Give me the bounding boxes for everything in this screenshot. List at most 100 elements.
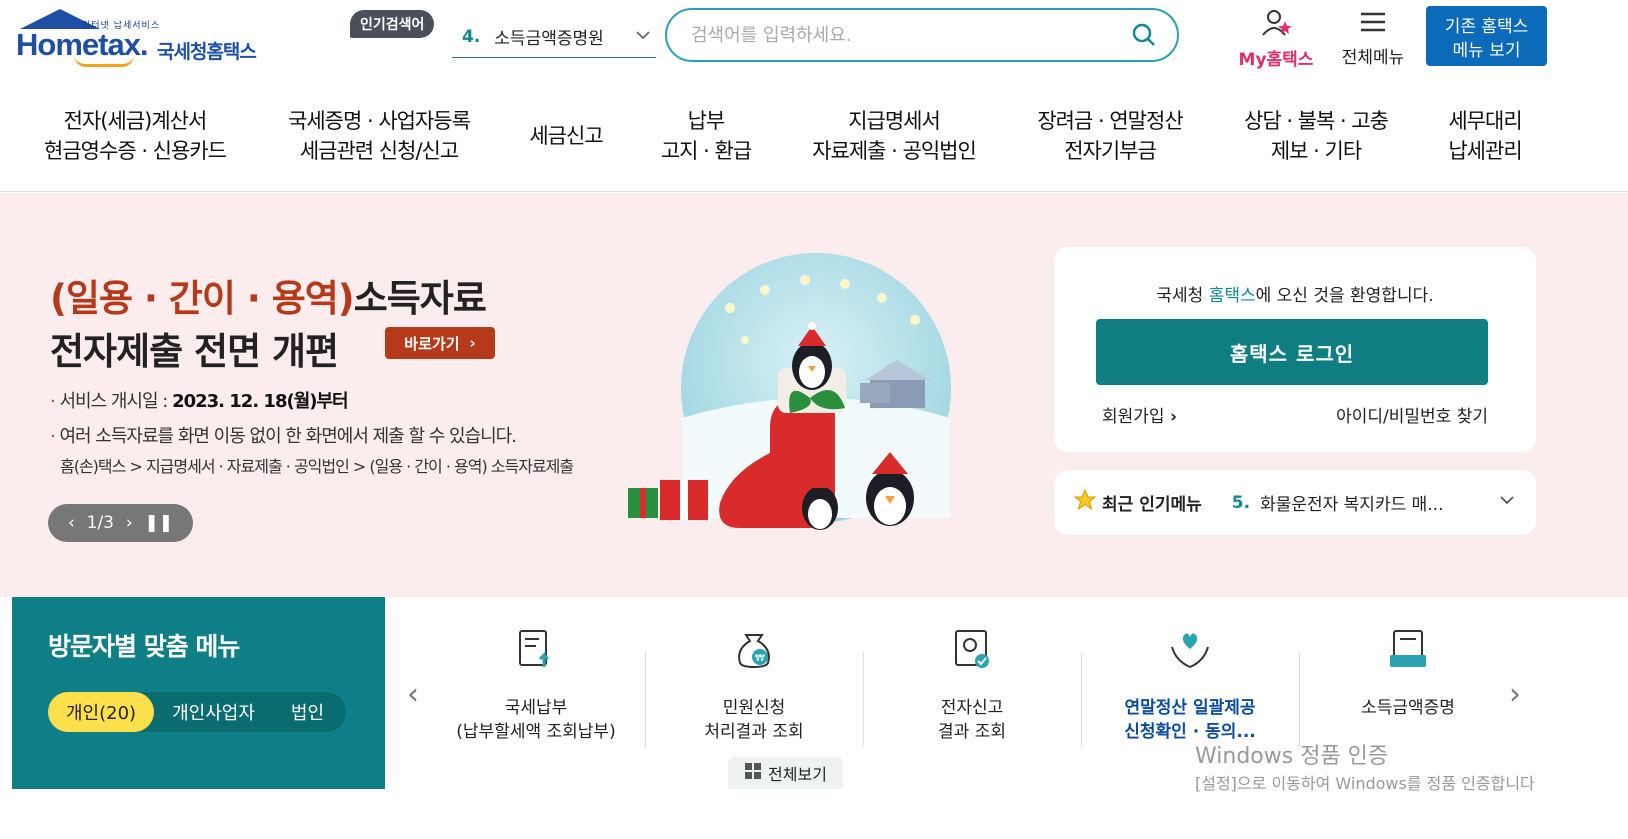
search-input[interactable] bbox=[691, 24, 1111, 46]
nav-item-incentive[interactable]: 장려금 · 연말정산전자기부금 bbox=[1037, 106, 1183, 166]
quick-item-civil-application[interactable]: ₩ 민원신청 처리결과 조회 bbox=[645, 627, 863, 744]
windows-activation-title: Windows 정품 인증 bbox=[1195, 744, 1389, 769]
search-icon[interactable] bbox=[1131, 22, 1157, 48]
quick-item-label-line1: 연말정산 일괄제공 bbox=[1124, 698, 1256, 718]
nav-label-line2: 제보 · 기타 bbox=[1270, 139, 1362, 163]
chevron-right-icon: › bbox=[1169, 407, 1177, 427]
nav-label-line2: 세금관련 신청/신고 bbox=[299, 139, 459, 163]
login-card: 국세청 홈택스에 오신 것을 환영합니다. 홈택스 로그인 회원가입 › 아이디… bbox=[1054, 247, 1536, 452]
popular-search-dropdown[interactable]: 4. 소득금액증명원 bbox=[452, 16, 656, 58]
banner-description-text: 여러 소득자료를 화면 이동 없이 한 화면에서 제출 할 수 있습니다. bbox=[59, 426, 516, 447]
nav-label-line1: 국세증명 · 사업자등록 bbox=[288, 109, 471, 133]
nav-item-tax-report[interactable]: 세금신고 bbox=[529, 121, 603, 151]
old-btn-line2: 메뉴 보기 bbox=[1452, 41, 1521, 61]
signup-link[interactable]: 회원가입 › bbox=[1102, 402, 1177, 427]
nav-item-agent[interactable]: 세무대리납세관리 bbox=[1448, 106, 1522, 166]
quick-item-label-line1: 소득금액증명 bbox=[1361, 698, 1455, 718]
service-date-label: 서비스 개시일 : bbox=[59, 391, 173, 412]
nav-item-statement[interactable]: 지급명세서자료제출 · 공익법인 bbox=[812, 106, 977, 166]
recent-menu-item[interactable]: 화물운전자 복지카드 매... bbox=[1260, 490, 1443, 515]
nav-label-line1: 장려금 · 연말정산 bbox=[1037, 109, 1183, 133]
service-date-value: 2023. 12. 18(월)부터 bbox=[172, 391, 349, 412]
old-btn-line1: 기존 홈택스 bbox=[1444, 17, 1529, 37]
banner-title-rest: 소득자료 bbox=[353, 277, 487, 320]
slide-next-icon[interactable]: › bbox=[126, 513, 133, 533]
slide-controls: ‹ 1/3 › ❚❚ bbox=[48, 504, 193, 542]
tab-sole-proprietor[interactable]: 개인사업자 bbox=[154, 692, 273, 732]
nav-label-line2: 자료제출 · 공익법인 bbox=[812, 139, 977, 163]
banner-title-highlight: (일용 · 간이 · 용역) bbox=[50, 277, 355, 320]
goto-label: 바로가기 bbox=[404, 334, 460, 353]
view-all-button[interactable]: 전체보기 bbox=[728, 757, 843, 789]
recent-menu-title: 최근 인기메뉴 bbox=[1102, 495, 1202, 515]
chevron-down-icon[interactable] bbox=[1498, 491, 1516, 514]
nav-label-line1: 세금신고 bbox=[529, 124, 603, 148]
search-bar bbox=[665, 8, 1179, 62]
user-star-icon bbox=[1259, 10, 1293, 42]
logo-arc-icon bbox=[74, 55, 134, 67]
recent-menu-rank: 5. bbox=[1231, 492, 1251, 513]
nav-item-certificate[interactable]: 국세증명 · 사업자등록세금관련 신청/신고 bbox=[288, 106, 471, 166]
my-hometax-link[interactable]: My홈택스 bbox=[1233, 8, 1319, 70]
recent-popular-menu[interactable]: 최근 인기메뉴 5. 화물운전자 복지카드 매... bbox=[1054, 470, 1536, 535]
nav-label-line2: 현금영수증 · 신용카드 bbox=[44, 139, 227, 163]
christmas-penguin-illustration bbox=[628, 253, 951, 530]
star-icon bbox=[1073, 488, 1097, 516]
banner-title-line2: 전자제출 전면 개편 bbox=[50, 330, 339, 373]
quick-item-year-end-settlement[interactable]: 연말정산 일괄제공 신청확인 · 동의... bbox=[1081, 627, 1299, 744]
welcome-post: 에 오신 것을 환영합니다. bbox=[1255, 286, 1434, 306]
quick-item-label-line1: 민원신청 bbox=[722, 698, 786, 718]
certificate-check-icon bbox=[955, 630, 989, 668]
login-button[interactable]: 홈택스 로그인 bbox=[1096, 319, 1488, 385]
document-upload-icon bbox=[519, 630, 550, 667]
tab-individual[interactable]: 개인(20) bbox=[48, 692, 155, 732]
slide-prev-icon[interactable]: ‹ bbox=[68, 513, 75, 533]
nav-label-line1: 세무대리 bbox=[1448, 109, 1522, 133]
banner-service-date: · 서비스 개시일 : 2023. 12. 18(월)부터 bbox=[50, 391, 349, 412]
svg-text:₩: ₩ bbox=[755, 653, 765, 664]
quick-next-icon[interactable]: › bbox=[1509, 677, 1521, 712]
welcome-message: 국세청 홈택스에 오신 것을 환영합니다. bbox=[1054, 281, 1536, 306]
nav-label-line1: 납부 bbox=[687, 109, 726, 133]
nav-label-line1: 지급명세서 bbox=[848, 109, 941, 133]
document-tray-icon bbox=[1390, 630, 1426, 667]
chevron-down-icon[interactable] bbox=[634, 26, 652, 48]
tab-corporation[interactable]: 법인 bbox=[273, 692, 342, 732]
all-menu-button[interactable]: 전체메뉴 bbox=[1333, 8, 1413, 68]
popular-term[interactable]: 소득금액증명원 bbox=[494, 24, 603, 49]
nav-item-consult[interactable]: 상담 · 불복 · 고충제보 · 기타 bbox=[1244, 106, 1389, 166]
logo-korean-name: 국세청홈택스 bbox=[157, 41, 257, 63]
nav-item-payment[interactable]: 납부고지 · 환급 bbox=[660, 106, 752, 166]
hometax-logo[interactable]: 인터넷 납세서비스 Hometax. 국세청홈택스 bbox=[14, 7, 284, 69]
nav-label-line2: 납세관리 bbox=[1448, 139, 1522, 163]
visitor-menu-title: 방문자별 맞춤 메뉴 bbox=[48, 632, 240, 661]
nav-label-line2: 전자기부금 bbox=[1064, 139, 1157, 163]
site-header: 인터넷 납세서비스 Hometax. 국세청홈택스 인기검색어 4. 소득금액증… bbox=[0, 0, 1628, 80]
all-menu-label: 전체메뉴 bbox=[1341, 48, 1405, 68]
banner-path: 홈(손)택스 > 지급명세서 · 자료제출 · 공익법인 > (일용 · 간이 … bbox=[60, 457, 574, 476]
quick-item-income-certificate[interactable]: 소득금액증명 bbox=[1299, 627, 1517, 720]
popular-search-tag: 인기검색어 bbox=[350, 10, 435, 38]
nav-label-line1: 상담 · 불복 · 고충 bbox=[1244, 109, 1389, 133]
quick-item-tax-payment[interactable]: 국세납부 (납부할세액 조회납부) bbox=[427, 627, 645, 744]
welcome-pre: 국세청 bbox=[1156, 286, 1209, 306]
quick-prev-icon[interactable]: ‹ bbox=[407, 677, 419, 712]
visitor-tabs: 개인(20) 개인사업자 법인 bbox=[48, 692, 346, 732]
heart-hands-icon bbox=[1171, 633, 1209, 669]
quick-item-label-line2: 처리결과 조회 bbox=[704, 722, 804, 742]
find-id-password-link[interactable]: 아이디/비밀번호 찾기 bbox=[1336, 402, 1488, 427]
banner-goto-button[interactable]: 바로가기 › bbox=[385, 327, 495, 359]
grid-icon bbox=[744, 762, 762, 784]
welcome-brand: 홈택스 bbox=[1208, 286, 1256, 306]
chevron-right-icon: › bbox=[469, 334, 476, 352]
old-hometax-menu-button[interactable]: 기존 홈택스 메뉴 보기 bbox=[1426, 6, 1547, 66]
popular-rank: 4. bbox=[462, 26, 481, 47]
nav-item-invoice[interactable]: 전자(세금)계산서 현금영수증 · 신용카드 bbox=[44, 106, 227, 166]
quick-item-label-line2: 결과 조회 bbox=[938, 722, 1006, 742]
quick-item-e-filing[interactable]: 전자신고 결과 조회 bbox=[863, 627, 1081, 744]
signup-label: 회원가입 bbox=[1102, 407, 1165, 427]
nav-label-line2: 고지 · 환급 bbox=[660, 139, 752, 163]
slide-pause-icon[interactable]: ❚❚ bbox=[145, 513, 174, 533]
quick-item-label-line1: 국세납부 bbox=[504, 698, 568, 718]
main-banner: (일용 · 간이 · 용역)소득자료 전자제출 전면 개편 바로가기 › · 서비… bbox=[0, 193, 1628, 597]
